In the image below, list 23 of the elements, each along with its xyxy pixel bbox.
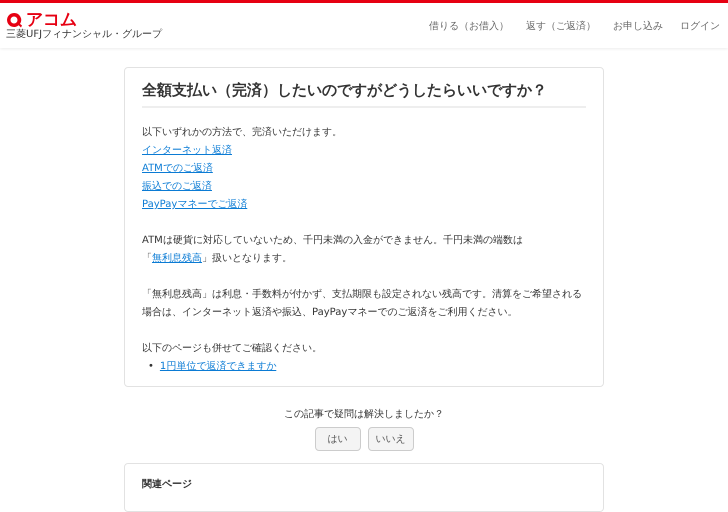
nav-link[interactable]: 返す（ご返済） — [526, 18, 596, 32]
repayment-link[interactable]: PayPayマネーでご返済 — [142, 196, 248, 214]
logo-icon — [6, 12, 22, 28]
related-link[interactable]: 1円単位で返済できますか — [160, 358, 276, 376]
nav-link[interactable]: お申し込み — [613, 18, 663, 32]
repayment-link[interactable]: 振込でのご返済 — [142, 178, 212, 196]
feedback-button[interactable]: いいえ — [368, 427, 414, 451]
body-text: ATMは硬貨に対応していないため、千円未満の入金ができません。千円未満の端数は「無利息残高」扱いとなります。 — [142, 234, 524, 266]
body-text: 以下のページも併せてご確認ください。 — [142, 342, 323, 356]
feedback-button[interactable]: はい — [314, 427, 360, 451]
repayment-link[interactable]: インターネット返済 — [142, 142, 232, 160]
repayment-link[interactable]: ATMでのご返済 — [142, 160, 213, 178]
inline-link[interactable]: 無利息残高 — [152, 253, 202, 264]
article-title: 全額支払い（完済）したいのですがどうしたらいいですか？ — [142, 80, 547, 100]
logo-subtitle: 三菱UFJフィナンシャル・グループ — [6, 30, 162, 40]
related-title: 関連ページ — [142, 478, 193, 491]
bullet-marker: • — [148, 360, 154, 374]
nav-link[interactable]: 借りる（お借入） — [429, 18, 509, 32]
body-text: 「無利息残高」は利息・手数料が付かず、支払期限も設定されない残高です。清算をご希望される場合は、インターネット返済や振込、PayPayマネーでのご返済をご利用ください。 — [142, 288, 583, 320]
feedback-question: この記事で疑問は解決しましたか？ — [284, 408, 444, 421]
logo-name[interactable]: アコム — [26, 12, 77, 28]
nav-link[interactable]: ログイン — [680, 18, 720, 32]
body-text: 以下いずれかの方法で、完済いただけます。 — [142, 126, 343, 140]
